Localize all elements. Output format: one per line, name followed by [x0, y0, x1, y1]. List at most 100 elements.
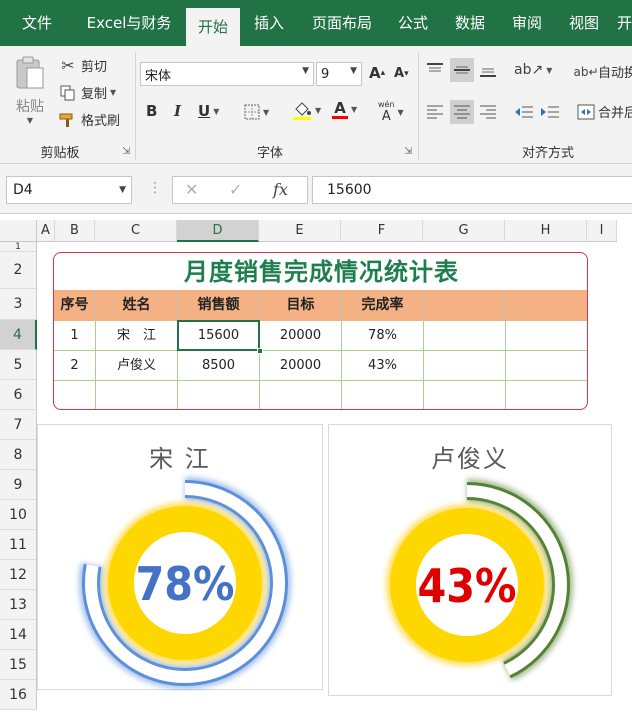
increase-font-button[interactable]: A ▴ [369, 64, 385, 82]
table-cell[interactable] [506, 381, 587, 409]
tab-view[interactable]: 视图 [561, 0, 607, 46]
table-cell[interactable]: 8500 [178, 351, 260, 381]
table-header-cell[interactable]: 序号 [54, 290, 96, 321]
table-header-cell[interactable]: 销售额 [178, 290, 260, 321]
drag-handle-icon[interactable]: ⋮ [148, 180, 162, 196]
row-header-12[interactable]: 12 [0, 560, 37, 590]
row-header-13[interactable]: 13 [0, 590, 37, 620]
row-header-14[interactable]: 14 [0, 620, 37, 650]
format-painter-button[interactable]: 格式刷 [58, 110, 120, 129]
row-header-8[interactable]: 8 [0, 440, 37, 470]
wrap-text-button[interactable]: ab↵ 自动换 [573, 62, 632, 82]
column-header-c[interactable]: C [95, 220, 177, 242]
clipboard-launcher-icon[interactable]: ⇲ [122, 146, 130, 157]
table-cell[interactable] [96, 381, 178, 409]
column-header-e[interactable]: E [259, 220, 341, 242]
table-cell[interactable]: 1 [54, 321, 96, 351]
chevron-down-icon[interactable]: ▼ [110, 88, 116, 97]
tab-formulas[interactable]: 公式 [390, 0, 436, 46]
column-header-a[interactable]: A [37, 220, 55, 242]
cancel-icon[interactable]: ✕ [185, 180, 198, 199]
table-header-cell[interactable]: 姓名 [96, 290, 178, 321]
tab-page-layout[interactable]: 页面布局 [304, 0, 380, 46]
align-middle-button[interactable] [450, 58, 474, 82]
row-header-6[interactable]: 6 [0, 380, 37, 410]
table-cell[interactable] [506, 351, 587, 381]
table-cell[interactable] [424, 321, 506, 351]
row-header-5[interactable]: 5 [0, 350, 37, 380]
table-cell[interactable] [424, 381, 506, 409]
table-cell[interactable] [342, 381, 424, 409]
row-header-16[interactable]: 16 [0, 680, 37, 710]
fill-color-button[interactable]: ▼ [292, 100, 321, 120]
chart-lujunyi[interactable]: 卢俊义 43% [328, 424, 612, 696]
table-cell[interactable]: 78% [342, 321, 424, 351]
insert-function-button[interactable]: fx [273, 180, 288, 199]
table-cell[interactable] [260, 381, 342, 409]
table-cell[interactable] [424, 351, 506, 381]
table-header-cell[interactable] [424, 290, 506, 321]
table-cell[interactable] [54, 381, 96, 409]
active-cell-border[interactable] [177, 320, 260, 351]
column-header-i[interactable]: I [587, 220, 617, 242]
font-launcher-icon[interactable]: ⇲ [404, 146, 412, 157]
paste-button[interactable]: 粘贴 ▼ [10, 54, 50, 125]
copy-button[interactable]: 复制 ▼ [58, 83, 116, 102]
column-header-f[interactable]: F [341, 220, 423, 242]
table-cell[interactable]: 20000 [260, 351, 342, 381]
table-header-cell[interactable] [506, 290, 587, 321]
bold-button[interactable]: B [146, 102, 157, 120]
align-right-button[interactable] [479, 104, 497, 120]
font-color-button[interactable]: A ▼ [332, 100, 357, 119]
tab-data[interactable]: 数据 [447, 0, 493, 46]
tab-dev[interactable]: 开 [617, 0, 632, 46]
borders-button[interactable]: ▼ [244, 104, 269, 120]
phonetic-button[interactable]: wén A ▼ [378, 100, 404, 124]
formula-input[interactable]: 15600 [312, 176, 632, 204]
table-cell[interactable]: 43% [342, 351, 424, 381]
tab-home[interactable]: 开始 [186, 8, 240, 46]
align-left-button[interactable] [426, 104, 444, 120]
cut-button[interactable]: ✂ 剪切 [58, 56, 107, 75]
row-header-2[interactable]: 2 [0, 252, 37, 289]
italic-button[interactable]: I [174, 102, 181, 120]
chart-songjiang[interactable]: 宋 江 78% [37, 424, 323, 690]
decrease-indent-button[interactable] [514, 104, 534, 120]
table-cell[interactable]: 2 [54, 351, 96, 381]
table-cell[interactable] [506, 321, 587, 351]
table-header-cell[interactable]: 目标 [260, 290, 342, 321]
table-cell[interactable]: 宋 江 [96, 321, 178, 351]
row-header-15[interactable]: 15 [0, 650, 37, 680]
orientation-button[interactable]: ab↗ ▼ [514, 62, 552, 78]
column-header-h[interactable]: H [505, 220, 587, 242]
font-size-select[interactable]: 9 ▼ [316, 62, 362, 86]
column-header-d[interactable]: D [177, 220, 259, 242]
row-header-3[interactable]: 3 [0, 289, 37, 320]
row-header-7[interactable]: 7 [0, 410, 37, 440]
check-icon[interactable]: ✓ [229, 180, 242, 199]
column-header-g[interactable]: G [423, 220, 505, 242]
decrease-font-button[interactable]: A ▾ [394, 66, 409, 81]
tab-insert[interactable]: 插入 [246, 0, 292, 46]
table-header-cell[interactable]: 完成率 [342, 290, 424, 321]
fill-handle[interactable] [257, 348, 263, 354]
row-header-9[interactable]: 9 [0, 470, 37, 500]
increase-indent-button[interactable] [540, 104, 560, 120]
column-header-b[interactable]: B [55, 220, 95, 242]
row-header-11[interactable]: 11 [0, 530, 37, 560]
table-cell[interactable] [178, 381, 260, 409]
align-bottom-button[interactable] [479, 62, 497, 78]
underline-button[interactable]: U ▼ [198, 102, 219, 120]
table-cell[interactable]: 20000 [260, 321, 342, 351]
tab-review[interactable]: 审阅 [504, 0, 550, 46]
tab-file[interactable]: 文件 [6, 0, 68, 46]
tab-excel-finance[interactable]: Excel与财务 [78, 0, 180, 46]
align-top-button[interactable] [426, 62, 444, 78]
row-header-1[interactable]: 1 [0, 242, 37, 252]
merge-center-button[interactable]: 合并后 [576, 102, 632, 121]
font-name-select[interactable]: 宋体 ▼ [140, 62, 314, 86]
name-box[interactable]: D4 ▼ [6, 176, 132, 204]
align-center-button[interactable] [450, 100, 474, 124]
row-header-4[interactable]: 4 [0, 320, 37, 350]
row-header-10[interactable]: 10 [0, 500, 37, 530]
